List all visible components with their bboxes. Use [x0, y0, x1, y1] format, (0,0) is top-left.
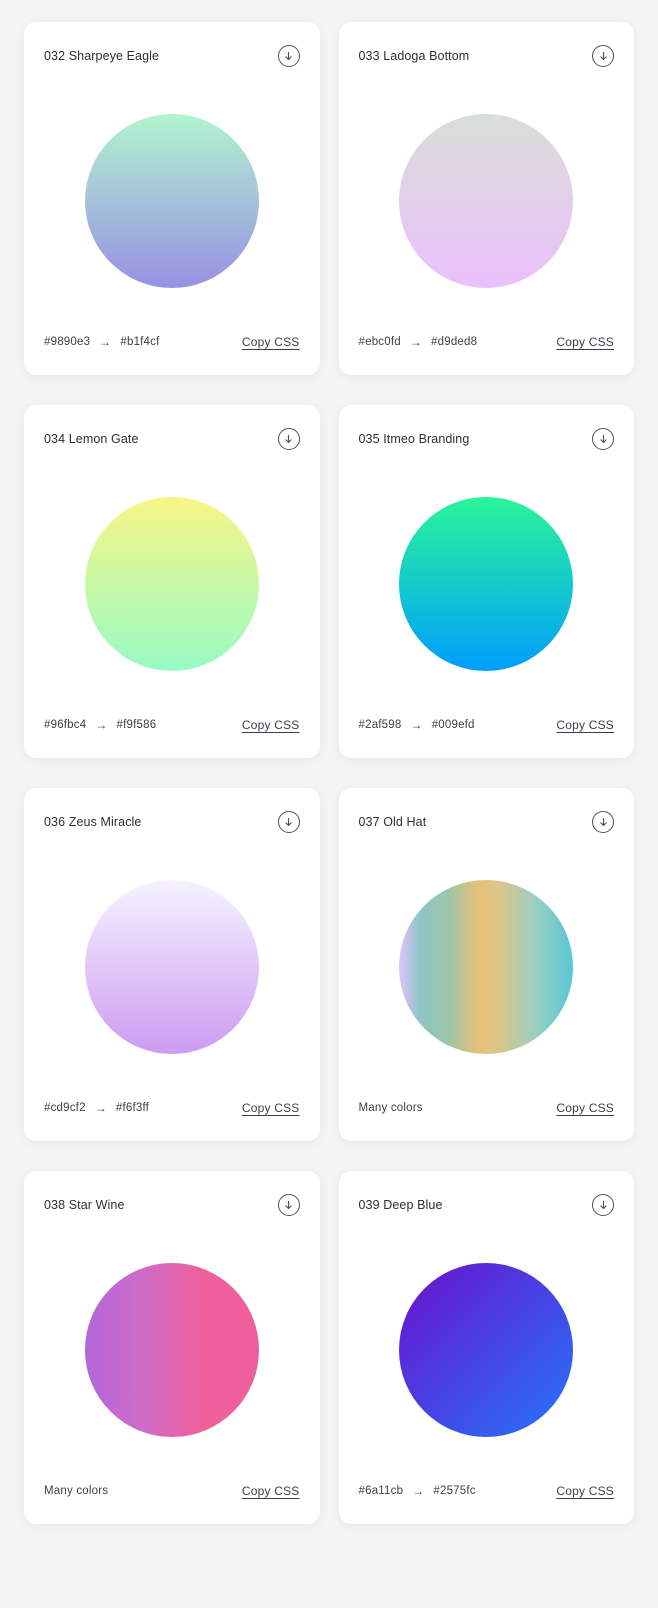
download-icon[interactable]: [592, 428, 614, 450]
gradient-card-3: 035 Itmeo Branding #2af598 → #009efd Cop…: [338, 405, 634, 758]
hex-pair: #96fbc4 → #f9f586: [44, 719, 156, 731]
copy-css-button[interactable]: Copy CSS: [242, 1484, 300, 1498]
card-title: 039 Deep Blue: [358, 1198, 443, 1212]
card-title: 038 Star Wine: [44, 1198, 125, 1212]
gradient-card-grid: 032 Sharpeye Eagle #9890e3 → #b1f4cf Cop…: [24, 22, 634, 1524]
gradient-circle: [84, 1263, 259, 1437]
download-icon[interactable]: [277, 1194, 300, 1216]
card-footer: Many colors Copy CSS: [44, 1484, 300, 1524]
gradient-circle: [399, 114, 574, 288]
gradient-card-0: 032 Sharpeye Eagle #9890e3 → #b1f4cf Cop…: [24, 22, 320, 375]
hex-to: #f9f586: [116, 719, 157, 731]
hex-pair: #cd9cf2 → #f6f3ff: [44, 1102, 149, 1114]
card-header: 038 Star Wine: [44, 1171, 300, 1216]
card-footer: #9890e3 → #b1f4cf Copy CSS: [44, 335, 300, 375]
copy-css-button[interactable]: Copy CSS: [556, 1101, 614, 1115]
gradient-preview: [44, 450, 300, 718]
card-title: 037 Old Hat: [358, 815, 427, 829]
hex-to: #009efd: [431, 719, 475, 731]
card-header: 039 Deep Blue: [358, 1171, 614, 1216]
gradient-preview: [44, 833, 300, 1101]
arrow-icon: →: [412, 1484, 425, 1498]
card-footer: #96fbc4 → #f9f586 Copy CSS: [44, 718, 300, 758]
hex-pair: #ebc0fd → #d9ded8: [359, 336, 478, 348]
card-footer: #ebc0fd → #d9ded8 Copy CSS: [359, 335, 615, 375]
gradient-preview: [359, 450, 615, 718]
download-icon[interactable]: [592, 45, 614, 67]
card-header: 033 Ladoga Bottom: [358, 22, 614, 67]
card-footer: Many colors Copy CSS: [359, 1101, 615, 1141]
hex-pair: #9890e3 → #b1f4cf: [44, 336, 160, 348]
card-footer: #cd9cf2 → #f6f3ff Copy CSS: [44, 1101, 300, 1141]
card-title: 033 Ladoga Bottom: [358, 49, 470, 63]
hex-to: #b1f4cf: [120, 336, 160, 348]
download-icon[interactable]: [592, 1194, 614, 1216]
many-colors-label: Many colors: [44, 1485, 109, 1497]
card-title: 034 Lemon Gate: [44, 432, 139, 446]
copy-css-button[interactable]: Copy CSS: [242, 335, 300, 349]
card-header: 037 Old Hat: [358, 788, 614, 833]
gradient-circle: [399, 1263, 574, 1437]
gradient-circle: [399, 497, 574, 671]
gradient-circle: [399, 880, 574, 1054]
arrow-icon: →: [94, 1101, 107, 1115]
card-header: 036 Zeus Miracle: [44, 788, 300, 833]
hex-from: #6a11cb: [358, 1485, 404, 1497]
many-colors-label: Many colors: [358, 1102, 423, 1114]
gradient-card-1: 033 Ladoga Bottom #ebc0fd → #d9ded8 Copy…: [338, 22, 634, 375]
download-icon[interactable]: [277, 811, 300, 833]
hex-to: #2575fc: [433, 1485, 476, 1497]
gradient-card-6: 038 Star Wine Many colors Copy CSS: [24, 1171, 320, 1524]
gradient-card-2: 034 Lemon Gate #96fbc4 → #f9f586 Copy CS…: [24, 405, 320, 758]
card-header: 034 Lemon Gate: [44, 405, 300, 450]
gradient-preview: [359, 833, 615, 1101]
gradient-preview: [44, 67, 300, 335]
arrow-icon: →: [410, 718, 423, 732]
hex-from: #96fbc4: [44, 719, 87, 731]
hex-from: #2af598: [358, 719, 402, 731]
gradient-card-4: 036 Zeus Miracle #cd9cf2 → #f6f3ff Copy …: [24, 788, 320, 1141]
hex-to: #d9ded8: [431, 336, 478, 348]
card-header: 035 Itmeo Branding: [358, 405, 614, 450]
arrow-icon: →: [409, 335, 423, 349]
copy-css-button[interactable]: Copy CSS: [556, 1484, 614, 1498]
hex-pair: #6a11cb → #2575fc: [359, 1485, 476, 1497]
hex-to: #f6f3ff: [115, 1102, 150, 1114]
download-icon[interactable]: [592, 811, 614, 833]
gradient-circle: [84, 880, 259, 1054]
card-title: 036 Zeus Miracle: [44, 815, 142, 829]
gradient-preview: [359, 67, 615, 335]
hex-from: #9890e3: [44, 336, 91, 348]
copy-css-button[interactable]: Copy CSS: [556, 335, 614, 349]
gradient-circle: [84, 114, 259, 288]
gradient-card-7: 039 Deep Blue #6a11cb → #2575fc Copy CSS: [338, 1171, 634, 1524]
card-footer: #6a11cb → #2575fc Copy CSS: [359, 1484, 615, 1524]
gradient-preview: [359, 1216, 615, 1484]
gradient-card-5: 037 Old Hat Many colors Copy CSS: [338, 788, 634, 1141]
card-header: 032 Sharpeye Eagle: [44, 22, 300, 67]
gradient-preview: [44, 1216, 300, 1484]
arrow-icon: →: [95, 718, 108, 732]
hex-from: #cd9cf2: [44, 1102, 86, 1114]
arrow-icon: →: [99, 335, 112, 349]
hex-from: #ebc0fd: [358, 336, 401, 348]
card-footer: #2af598 → #009efd Copy CSS: [359, 718, 615, 758]
card-title: 035 Itmeo Branding: [358, 432, 470, 446]
copy-css-button[interactable]: Copy CSS: [242, 1101, 300, 1115]
hex-pair: #2af598 → #009efd: [359, 719, 475, 731]
download-icon[interactable]: [277, 428, 300, 450]
download-icon[interactable]: [277, 45, 300, 67]
copy-css-button[interactable]: Copy CSS: [242, 718, 300, 732]
copy-css-button[interactable]: Copy CSS: [556, 718, 614, 732]
card-title: 032 Sharpeye Eagle: [44, 49, 160, 63]
gradient-circle: [84, 497, 259, 671]
